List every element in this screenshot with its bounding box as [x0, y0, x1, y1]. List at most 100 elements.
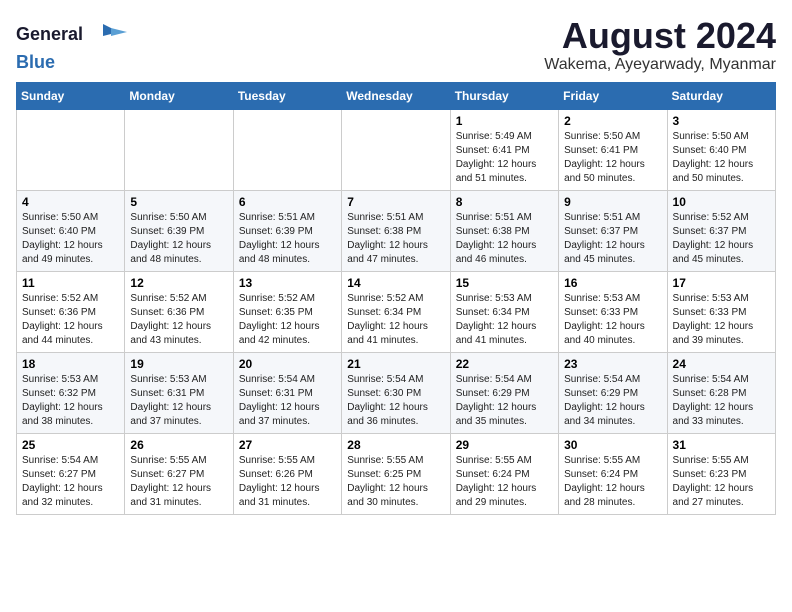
day-info: Sunrise: 5:54 AM Sunset: 6:29 PM Dayligh…: [564, 373, 661, 429]
calendar-day-cell: 18 Sunrise: 5:53 AM Sunset: 6:32 PM Dayli…: [17, 352, 125, 433]
weekday-header: Sunday: [17, 82, 125, 109]
day-info: Sunrise: 5:55 AM Sunset: 6:26 PM Dayligh…: [239, 454, 336, 510]
day-number: 6: [239, 195, 336, 209]
calendar-day-cell: [342, 109, 450, 190]
calendar-day-cell: 7Sunrise: 5:51 AM Sunset: 6:38 PM Daylig…: [342, 190, 450, 271]
day-number: 26: [130, 438, 227, 452]
calendar-week-row: 25 Sunrise: 5:54 AM Sunset: 6:27 PM Dayli…: [17, 433, 776, 514]
calendar-day-cell: 26 Sunrise: 5:55 AM Sunset: 6:27 PM Dayli…: [125, 433, 233, 514]
calendar-day-cell: 21 Sunrise: 5:54 AM Sunset: 6:30 PM Dayli…: [342, 352, 450, 433]
calendar-day-cell: 24 Sunrise: 5:54 AM Sunset: 6:28 PM Dayli…: [667, 352, 775, 433]
calendar-day-cell: 17 Sunrise: 5:53 AM Sunset: 6:33 PM Dayli…: [667, 271, 775, 352]
calendar-day-cell: 3 Sunrise: 5:50 AM Sunset: 6:40 PM Daylig…: [667, 109, 775, 190]
calendar-day-cell: 12 Sunrise: 5:52 AM Sunset: 6:36 PM Dayli…: [125, 271, 233, 352]
day-info: Sunrise: 5:54 AM Sunset: 6:30 PM Dayligh…: [347, 373, 444, 429]
day-number: 23: [564, 357, 661, 371]
day-info: Sunrise: 5:54 AM Sunset: 6:28 PM Dayligh…: [673, 373, 770, 429]
day-number: 22: [456, 357, 553, 371]
calendar-day-cell: 9Sunrise: 5:51 AM Sunset: 6:37 PM Daylig…: [559, 190, 667, 271]
day-info: Sunrise: 5:53 AM Sunset: 6:31 PM Dayligh…: [130, 373, 227, 429]
calendar-day-cell: 13Sunrise: 5:52 AM Sunset: 6:35 PM Dayli…: [233, 271, 341, 352]
calendar-week-row: 18 Sunrise: 5:53 AM Sunset: 6:32 PM Dayli…: [17, 352, 776, 433]
weekday-header: Tuesday: [233, 82, 341, 109]
calendar-day-cell: 16 Sunrise: 5:53 AM Sunset: 6:33 PM Dayli…: [559, 271, 667, 352]
calendar-day-cell: 15 Sunrise: 5:53 AM Sunset: 6:34 PM Dayli…: [450, 271, 558, 352]
calendar-day-cell: 27 Sunrise: 5:55 AM Sunset: 6:26 PM Dayli…: [233, 433, 341, 514]
day-info: Sunrise: 5:53 AM Sunset: 6:34 PM Dayligh…: [456, 292, 553, 348]
day-number: 15: [456, 276, 553, 290]
calendar-day-cell: 6 Sunrise: 5:51 AM Sunset: 6:39 PM Daylig…: [233, 190, 341, 271]
calendar-day-cell: 14Sunrise: 5:52 AM Sunset: 6:34 PM Dayli…: [342, 271, 450, 352]
day-info: Sunrise: 5:52 AM Sunset: 6:36 PM Dayligh…: [130, 292, 227, 348]
day-info: Sunrise: 5:53 AM Sunset: 6:32 PM Dayligh…: [22, 373, 119, 429]
weekday-header: Friday: [559, 82, 667, 109]
day-info: Sunrise: 5:50 AM Sunset: 6:41 PM Dayligh…: [564, 130, 661, 186]
day-info: Sunrise: 5:53 AM Sunset: 6:33 PM Dayligh…: [673, 292, 770, 348]
calendar-day-cell: 30 Sunrise: 5:55 AM Sunset: 6:24 PM Dayli…: [559, 433, 667, 514]
day-number: 30: [564, 438, 661, 452]
weekday-header: Saturday: [667, 82, 775, 109]
day-number: 16: [564, 276, 661, 290]
day-number: 1: [456, 114, 553, 128]
day-number: 25: [22, 438, 119, 452]
day-info: Sunrise: 5:51 AM Sunset: 6:39 PM Dayligh…: [239, 211, 336, 267]
day-info: Sunrise: 5:49 AM Sunset: 6:41 PM Dayligh…: [456, 130, 553, 186]
calendar-week-row: 1 Sunrise: 5:49 AM Sunset: 6:41 PM Daylig…: [17, 109, 776, 190]
day-info: Sunrise: 5:53 AM Sunset: 6:33 PM Dayligh…: [564, 292, 661, 348]
page-header: GeneralBlue August 2024 Wakema, Ayeyarwa…: [16, 16, 776, 74]
day-info: Sunrise: 5:54 AM Sunset: 6:27 PM Dayligh…: [22, 454, 119, 510]
calendar-table: SundayMondayTuesdayWednesdayThursdayFrid…: [16, 82, 776, 515]
day-number: 31: [673, 438, 770, 452]
day-number: 18: [22, 357, 119, 371]
day-info: Sunrise: 5:55 AM Sunset: 6:24 PM Dayligh…: [564, 454, 661, 510]
day-info: Sunrise: 5:51 AM Sunset: 6:38 PM Dayligh…: [456, 211, 553, 267]
calendar-day-cell: 20 Sunrise: 5:54 AM Sunset: 6:31 PM Dayli…: [233, 352, 341, 433]
day-number: 3: [673, 114, 770, 128]
calendar-day-cell: 25 Sunrise: 5:54 AM Sunset: 6:27 PM Dayli…: [17, 433, 125, 514]
day-info: Sunrise: 5:50 AM Sunset: 6:40 PM Dayligh…: [673, 130, 770, 186]
day-info: Sunrise: 5:54 AM Sunset: 6:29 PM Dayligh…: [456, 373, 553, 429]
day-info: Sunrise: 5:55 AM Sunset: 6:25 PM Dayligh…: [347, 454, 444, 510]
day-number: 21: [347, 357, 444, 371]
day-number: 10: [673, 195, 770, 209]
month-title: August 2024: [544, 16, 776, 56]
calendar-day-cell: 5Sunrise: 5:50 AM Sunset: 6:39 PM Daylig…: [125, 190, 233, 271]
calendar-day-cell: 8 Sunrise: 5:51 AM Sunset: 6:38 PM Daylig…: [450, 190, 558, 271]
calendar-week-row: 4Sunrise: 5:50 AM Sunset: 6:40 PM Daylig…: [17, 190, 776, 271]
day-number: 7: [347, 195, 444, 209]
day-number: 20: [239, 357, 336, 371]
weekday-header: Monday: [125, 82, 233, 109]
calendar-day-cell: 29Sunrise: 5:55 AM Sunset: 6:24 PM Dayli…: [450, 433, 558, 514]
calendar-week-row: 11 Sunrise: 5:52 AM Sunset: 6:36 PM Dayli…: [17, 271, 776, 352]
title-block: August 2024 Wakema, Ayeyarwady, Myanmar: [544, 16, 776, 74]
calendar-day-cell: 10 Sunrise: 5:52 AM Sunset: 6:37 PM Dayli…: [667, 190, 775, 271]
day-info: Sunrise: 5:55 AM Sunset: 6:23 PM Dayligh…: [673, 454, 770, 510]
calendar-day-cell: 23 Sunrise: 5:54 AM Sunset: 6:29 PM Dayli…: [559, 352, 667, 433]
day-info: Sunrise: 5:52 AM Sunset: 6:37 PM Dayligh…: [673, 211, 770, 267]
day-number: 8: [456, 195, 553, 209]
day-info: Sunrise: 5:54 AM Sunset: 6:31 PM Dayligh…: [239, 373, 336, 429]
calendar-day-cell: 31 Sunrise: 5:55 AM Sunset: 6:23 PM Dayli…: [667, 433, 775, 514]
day-info: Sunrise: 5:50 AM Sunset: 6:39 PM Dayligh…: [130, 211, 227, 267]
calendar-day-cell: 22 Sunrise: 5:54 AM Sunset: 6:29 PM Dayli…: [450, 352, 558, 433]
logo-blue-text: Blue: [16, 52, 55, 72]
calendar-day-cell: 19 Sunrise: 5:53 AM Sunset: 6:31 PM Dayli…: [125, 352, 233, 433]
day-number: 2: [564, 114, 661, 128]
day-info: Sunrise: 5:55 AM Sunset: 6:24 PM Dayligh…: [456, 454, 553, 510]
weekday-header: Wednesday: [342, 82, 450, 109]
day-number: 24: [673, 357, 770, 371]
calendar-day-cell: 28Sunrise: 5:55 AM Sunset: 6:25 PM Dayli…: [342, 433, 450, 514]
calendar-day-cell: 4Sunrise: 5:50 AM Sunset: 6:40 PM Daylig…: [17, 190, 125, 271]
calendar-day-cell: [17, 109, 125, 190]
day-info: Sunrise: 5:55 AM Sunset: 6:27 PM Dayligh…: [130, 454, 227, 510]
day-number: 19: [130, 357, 227, 371]
calendar-day-cell: 2 Sunrise: 5:50 AM Sunset: 6:41 PM Daylig…: [559, 109, 667, 190]
weekday-header-row: SundayMondayTuesdayWednesdayThursdayFrid…: [17, 82, 776, 109]
logo: GeneralBlue: [16, 16, 135, 73]
day-number: 11: [22, 276, 119, 290]
day-number: 4: [22, 195, 119, 209]
day-number: 17: [673, 276, 770, 290]
day-number: 27: [239, 438, 336, 452]
day-number: 12: [130, 276, 227, 290]
day-info: Sunrise: 5:52 AM Sunset: 6:35 PM Dayligh…: [239, 292, 336, 348]
